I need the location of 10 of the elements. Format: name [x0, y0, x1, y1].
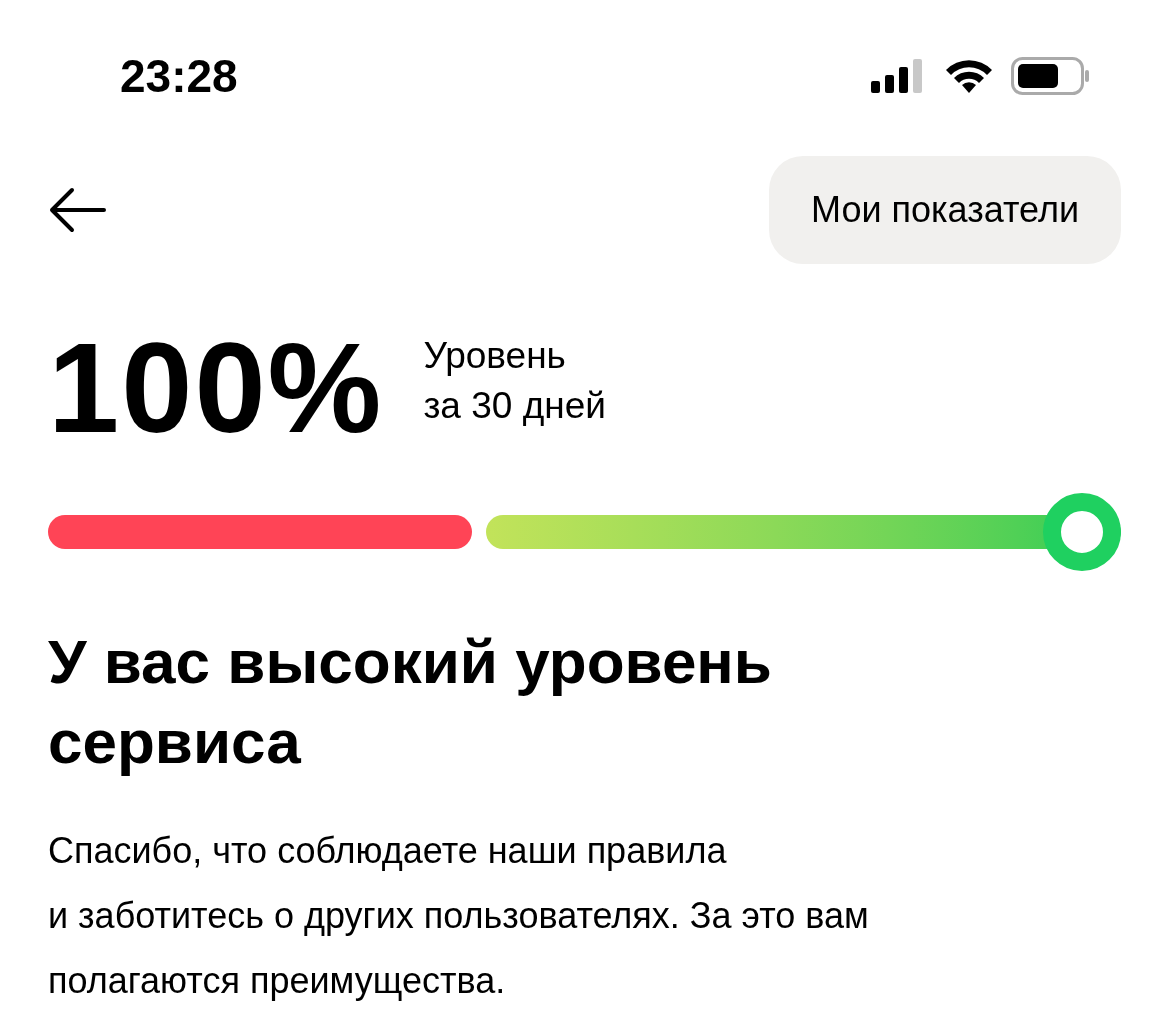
- description: Спасибо, что соблюдаете наши правила и заботитесь о других пользователях. За это вам полагаются преимущества.: [48, 829, 870, 1003]
- heading: У вас высокий уровень сервиса: [48, 626, 773, 778]
- back-arrow-icon[interactable]: [48, 187, 106, 233]
- battery-icon: [1011, 57, 1091, 95]
- my-stats-button[interactable]: Мои показатели: [769, 156, 1121, 264]
- score-caption: за 30 дней: [423, 384, 606, 428]
- score-value: 100%: [48, 324, 384, 452]
- wifi-icon: [945, 59, 993, 93]
- status-time: 23:28: [120, 48, 238, 104]
- score-caption: Уровень: [423, 334, 567, 378]
